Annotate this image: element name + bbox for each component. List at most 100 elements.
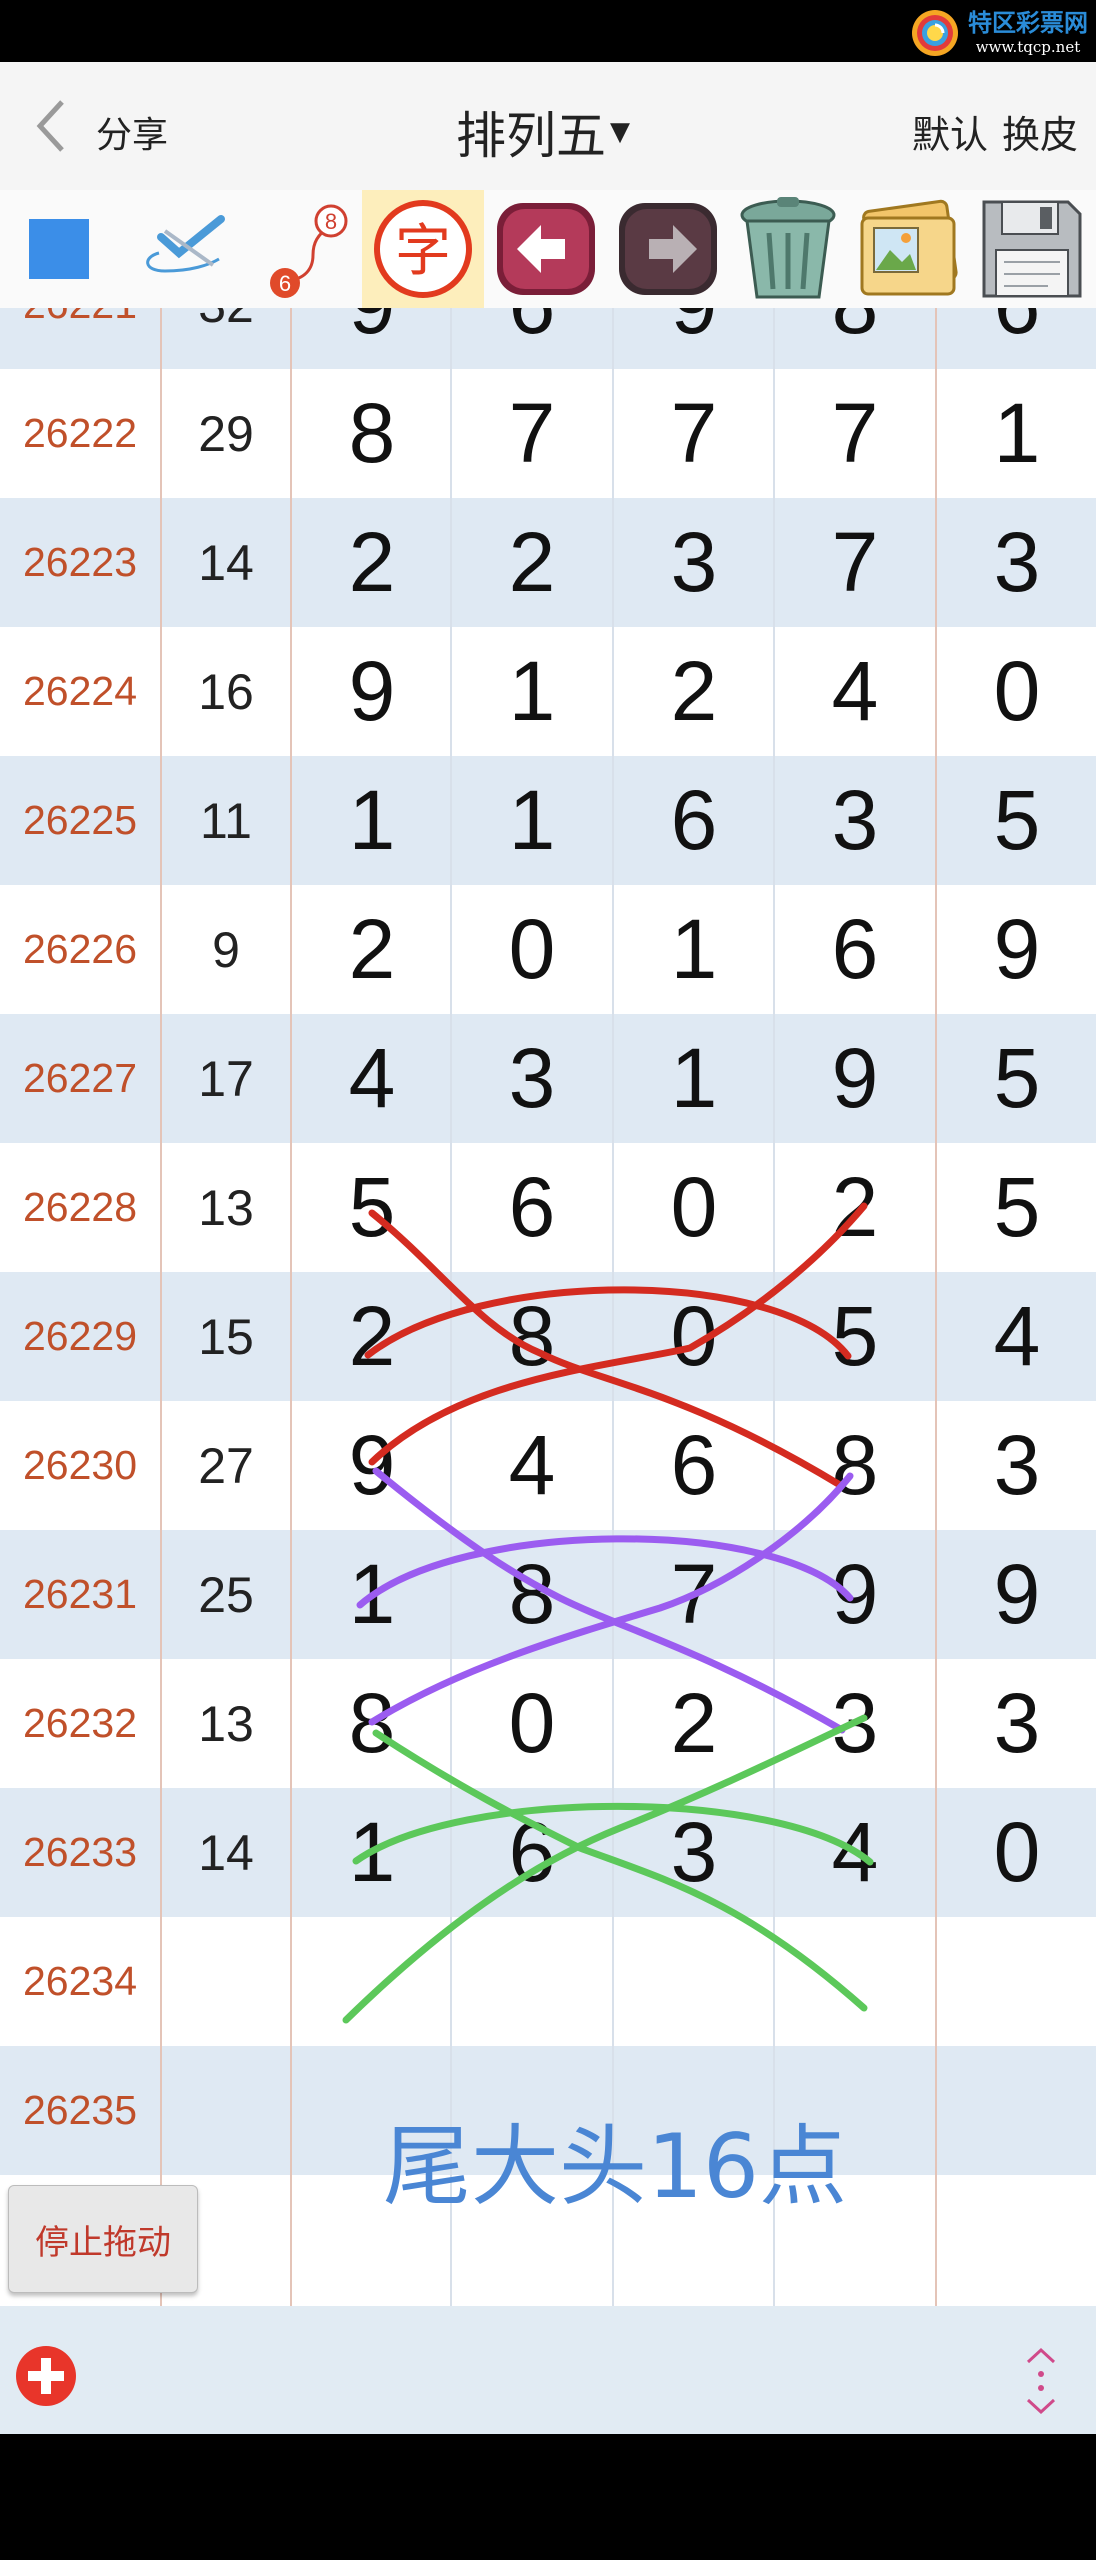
digit-cell[interactable]: 5 xyxy=(292,1143,452,1272)
gallery-button[interactable] xyxy=(850,190,970,308)
digit-cell[interactable]: 1 xyxy=(614,1014,774,1143)
digit-cell[interactable]: 8 xyxy=(292,1659,452,1788)
digit-cell[interactable]: 0 xyxy=(452,1659,612,1788)
digit-cell[interactable]: 0 xyxy=(614,1143,774,1272)
digit-cell[interactable]: 1 xyxy=(292,756,452,885)
delete-button[interactable] xyxy=(728,190,848,308)
digit-cell[interactable]: 0 xyxy=(614,1272,774,1401)
undo-button[interactable] xyxy=(486,190,606,308)
digit-cell[interactable]: 4 xyxy=(937,1272,1096,1401)
digit-cell[interactable] xyxy=(937,1917,1096,2046)
digit-cell[interactable]: 7 xyxy=(614,369,774,498)
digit-cell[interactable]: 3 xyxy=(614,1788,774,1917)
digit-cell[interactable]: 6 xyxy=(937,308,1096,369)
digit-cell[interactable]: 8 xyxy=(292,369,452,498)
digit-cell[interactable]: 3 xyxy=(452,1014,612,1143)
digit-cell[interactable]: 6 xyxy=(452,308,612,369)
digit-cell[interactable]: 9 xyxy=(937,885,1096,1014)
digit-cell[interactable]: 7 xyxy=(775,498,935,627)
text-tool-button[interactable]: 字 xyxy=(362,190,484,308)
digit-cell[interactable]: 1 xyxy=(292,1530,452,1659)
table-row: 26223 14 2 2 3 7 3 xyxy=(0,498,1096,628)
digit-cell[interactable]: 3 xyxy=(937,498,1096,627)
table-row: 26227 17 4 3 1 9 5 xyxy=(0,1014,1096,1144)
digit-cell[interactable]: 7 xyxy=(775,369,935,498)
digit-cell[interactable]: 7 xyxy=(452,369,612,498)
digit-cell[interactable]: 8 xyxy=(452,1530,612,1659)
digit-cell[interactable]: 6 xyxy=(614,1401,774,1530)
text-tool-glyph: 字 xyxy=(395,219,451,284)
digit-cell[interactable]: 4 xyxy=(775,627,935,756)
digit-cell[interactable]: 2 xyxy=(775,1143,935,1272)
digit-cell[interactable]: 1 xyxy=(614,885,774,1014)
resize-vertical-icon[interactable] xyxy=(1018,2346,1064,2416)
digit-cell[interactable]: 9 xyxy=(292,308,452,369)
lottery-type-dropdown[interactable]: 排列五 ▼ xyxy=(456,96,630,168)
digit-cell[interactable]: 6 xyxy=(452,1788,612,1917)
digit-cell[interactable]: 1 xyxy=(452,627,612,756)
digit-cell[interactable]: 9 xyxy=(292,627,452,756)
digit-cell[interactable]: 1 xyxy=(937,369,1096,498)
digit-cell[interactable]: 0 xyxy=(452,885,612,1014)
redo-button[interactable] xyxy=(608,190,728,308)
save-button[interactable] xyxy=(972,190,1092,308)
digit-cell[interactable]: 2 xyxy=(614,627,774,756)
add-circle-icon[interactable] xyxy=(14,2344,78,2408)
digit-cell[interactable] xyxy=(292,1917,452,2046)
digit-cell[interactable] xyxy=(937,2175,1096,2304)
digit-cell[interactable]: 2 xyxy=(292,498,452,627)
digit-cell[interactable]: 4 xyxy=(452,1401,612,1530)
digit-cell[interactable]: 9 xyxy=(775,1530,935,1659)
connect-line-button[interactable]: 8 6 xyxy=(244,190,362,308)
digit-cell[interactable]: 5 xyxy=(775,1272,935,1401)
lottery-results-grid[interactable]: 2622132969862622229877712622314223732622… xyxy=(0,308,1096,2306)
share-button[interactable]: 分享 xyxy=(96,106,168,158)
table-row: 26222 29 8 7 7 7 1 xyxy=(0,369,1096,499)
digit-cell[interactable]: 0 xyxy=(937,1788,1096,1917)
badge-bottom-label: 6 xyxy=(279,271,291,296)
issue-number: 26231 xyxy=(22,1571,137,1617)
digit-cell[interactable]: 3 xyxy=(775,1659,935,1788)
digit-cell[interactable]: 2 xyxy=(614,1659,774,1788)
back-arrow-icon[interactable] xyxy=(32,98,72,154)
digit-cell[interactable]: 8 xyxy=(452,1272,612,1401)
change-skin-button[interactable]: 换皮 xyxy=(1002,104,1078,159)
sum-value: 15 xyxy=(198,1308,254,1365)
digit-cell[interactable]: 6 xyxy=(775,885,935,1014)
digit-cell[interactable]: 1 xyxy=(292,1788,452,1917)
digit-cell[interactable] xyxy=(614,1917,774,2046)
digit-cell[interactable]: 8 xyxy=(775,1401,935,1530)
digit-cell[interactable]: 7 xyxy=(614,1530,774,1659)
digit-cell[interactable]: 2 xyxy=(452,498,612,627)
digit-cell[interactable]: 9 xyxy=(292,1401,452,1530)
digit-cell[interactable]: 6 xyxy=(452,1143,612,1272)
digit-cell[interactable] xyxy=(937,2046,1096,2175)
digit-cell[interactable]: 0 xyxy=(937,627,1096,756)
digit-cell[interactable]: 8 xyxy=(775,308,935,369)
digit-cell[interactable]: 9 xyxy=(614,308,774,369)
table-row: 26226 9 2 0 1 6 9 xyxy=(0,885,1096,1015)
issue-number: 26227 xyxy=(22,1055,137,1101)
digit-cell[interactable]: 1 xyxy=(452,756,612,885)
default-button[interactable]: 默认 xyxy=(912,104,988,159)
stop-drag-button[interactable]: 停止拖动 xyxy=(8,2185,198,2293)
digit-cell[interactable]: 5 xyxy=(937,1014,1096,1143)
digit-cell[interactable]: 9 xyxy=(775,1014,935,1143)
digit-cell[interactable] xyxy=(452,1917,612,2046)
digit-cell[interactable]: 5 xyxy=(937,756,1096,885)
digit-cell[interactable]: 4 xyxy=(292,1014,452,1143)
digit-cell[interactable]: 3 xyxy=(937,1401,1096,1530)
color-picker-button[interactable] xyxy=(0,190,118,308)
digit-cell[interactable]: 4 xyxy=(775,1788,935,1917)
pen-tool-button[interactable] xyxy=(122,190,240,308)
digit-cell[interactable]: 2 xyxy=(292,1272,452,1401)
issue-number: 26234 xyxy=(22,1958,137,2004)
digit-cell[interactable]: 3 xyxy=(614,498,774,627)
digit-cell[interactable]: 9 xyxy=(937,1530,1096,1659)
digit-cell[interactable]: 3 xyxy=(937,1659,1096,1788)
digit-cell[interactable]: 2 xyxy=(292,885,452,1014)
digit-cell[interactable]: 3 xyxy=(775,756,935,885)
digit-cell[interactable] xyxy=(775,1917,935,2046)
digit-cell[interactable]: 5 xyxy=(937,1143,1096,1272)
digit-cell[interactable]: 6 xyxy=(614,756,774,885)
